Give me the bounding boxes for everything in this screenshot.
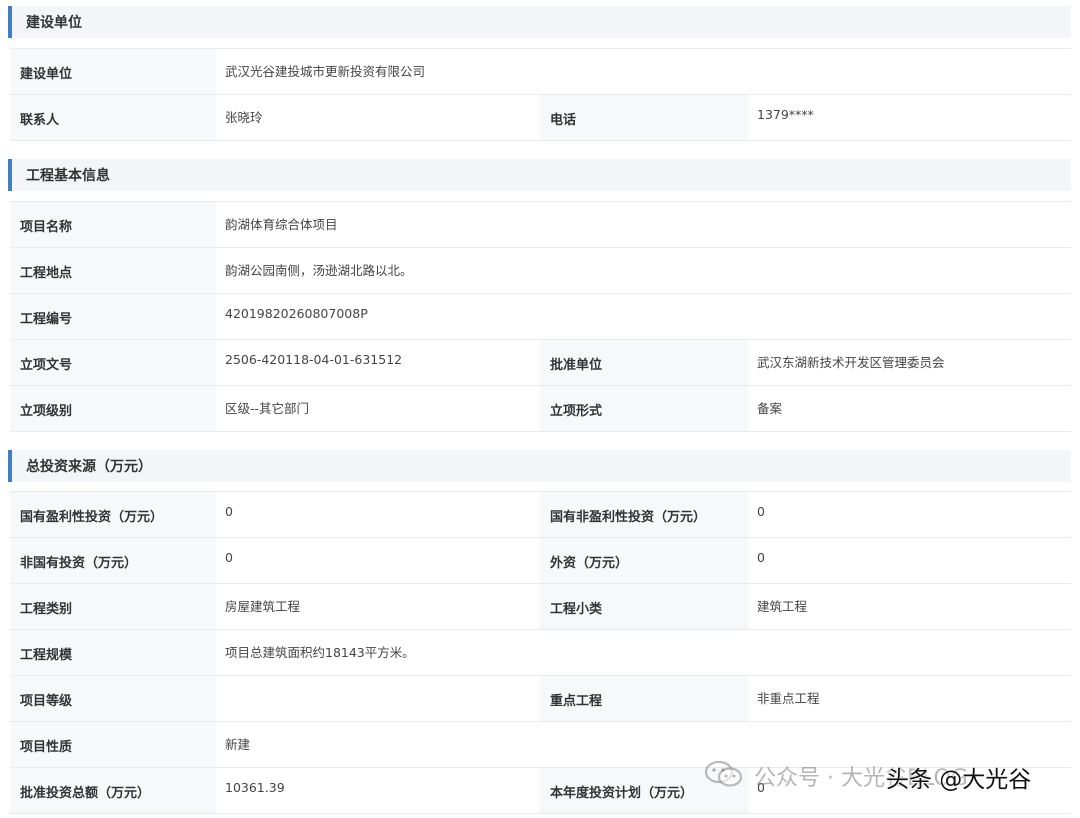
field-value: 区级--其它部门 [216, 386, 540, 431]
section-title: 工程基本信息 [26, 168, 110, 184]
field-value: 10361.39 [216, 768, 540, 813]
field-value: 2506-420118-04-01-631512 [216, 340, 540, 385]
field-value: 武汉光谷建投城市更新投资有限公司 [216, 49, 1071, 94]
field-label: 外资（万元） [540, 538, 748, 583]
field-label: 联系人 [10, 95, 216, 140]
field-value: 0 [216, 492, 540, 537]
field-label: 工程规模 [10, 630, 216, 675]
field-label: 批准单位 [540, 340, 748, 385]
wechat-icon [704, 760, 743, 787]
field-value: 0 [748, 538, 1071, 583]
field-label: 建设单位 [10, 49, 216, 94]
field-value: 0 [216, 538, 540, 583]
watermark-toutiao-account: 头条 @大光谷 [886, 767, 1032, 793]
field-label: 重点工程 [540, 676, 748, 721]
field-label: 工程小类 [540, 584, 748, 629]
section-title: 建设单位 [26, 15, 82, 31]
table-row: 项目名称 韵湖体育综合体项目 [10, 202, 1071, 248]
field-value: 房屋建筑工程 [216, 584, 540, 629]
field-label: 工程类别 [10, 584, 216, 629]
field-label: 立项形式 [540, 386, 748, 431]
table-row: 项目等级 重点工程 非重点工程 [10, 676, 1071, 722]
field-value: 项目总建筑面积约18143平方米。 [216, 630, 1071, 675]
field-label: 国有盈利性投资（万元） [10, 492, 216, 537]
field-label: 工程编号 [10, 294, 216, 339]
watermark: 公众号 · 大光谷BLOG 头条 @大光谷 [700, 756, 1070, 796]
table-row: 工程规模 项目总建筑面积约18143平方米。 [10, 630, 1071, 676]
field-value: 武汉东湖新技术开发区管理委员会 [748, 340, 1071, 385]
field-value: 建筑工程 [748, 584, 1071, 629]
field-label: 项目名称 [10, 202, 216, 247]
field-label: 项目等级 [10, 676, 216, 721]
table-row: 工程编号 42019820260807008P [10, 294, 1071, 340]
field-value: 张晓玲 [216, 95, 540, 140]
table-row: 工程类别 房屋建筑工程 工程小类 建筑工程 [10, 584, 1071, 630]
section-header-construction-unit: 建设单位 [8, 6, 1071, 38]
table-row: 建设单位 武汉光谷建投城市更新投资有限公司 [10, 49, 1071, 95]
field-value: 42019820260807008P [216, 294, 1071, 339]
field-label: 项目性质 [10, 722, 216, 767]
construction-unit-table: 建设单位 武汉光谷建投城市更新投资有限公司 联系人 张晓玲 电话 1379***… [10, 48, 1071, 141]
field-label: 立项级别 [10, 386, 216, 431]
field-value: 韵湖体育综合体项目 [216, 202, 1071, 247]
field-value: 备案 [748, 386, 1071, 431]
table-row: 工程地点 韵湖公园南侧，汤逊湖北路以北。 [10, 248, 1071, 294]
table-row: 立项级别 区级--其它部门 立项形式 备案 [10, 386, 1071, 432]
table-row: 立项文号 2506-420118-04-01-631512 批准单位 武汉东湖新… [10, 340, 1071, 386]
project-basic-info-table: 项目名称 韵湖体育综合体项目 工程地点 韵湖公园南侧，汤逊湖北路以北。 工程编号… [10, 201, 1071, 432]
section-title: 总投资来源（万元） [26, 459, 152, 475]
field-label: 非国有投资（万元） [10, 538, 216, 583]
table-row: 国有盈利性投资（万元） 0 国有非盈利性投资（万元） 0 [10, 492, 1071, 538]
field-value: 1379**** [748, 95, 1071, 140]
section-header-project-basic-info: 工程基本信息 [8, 159, 1071, 191]
section-header-investment-source: 总投资来源（万元） [8, 450, 1071, 482]
field-value: 0 [748, 492, 1071, 537]
field-label: 国有非盈利性投资（万元） [540, 492, 748, 537]
field-value: 非重点工程 [748, 676, 1071, 721]
field-label: 工程地点 [10, 248, 216, 293]
field-label: 立项文号 [10, 340, 216, 385]
table-row: 联系人 张晓玲 电话 1379**** [10, 95, 1071, 141]
field-value [216, 676, 540, 721]
field-value: 韵湖公园南侧，汤逊湖北路以北。 [216, 248, 1071, 293]
field-label: 批准投资总额（万元） [10, 768, 216, 813]
table-row: 非国有投资（万元） 0 外资（万元） 0 [10, 538, 1071, 584]
field-label: 电话 [540, 95, 748, 140]
